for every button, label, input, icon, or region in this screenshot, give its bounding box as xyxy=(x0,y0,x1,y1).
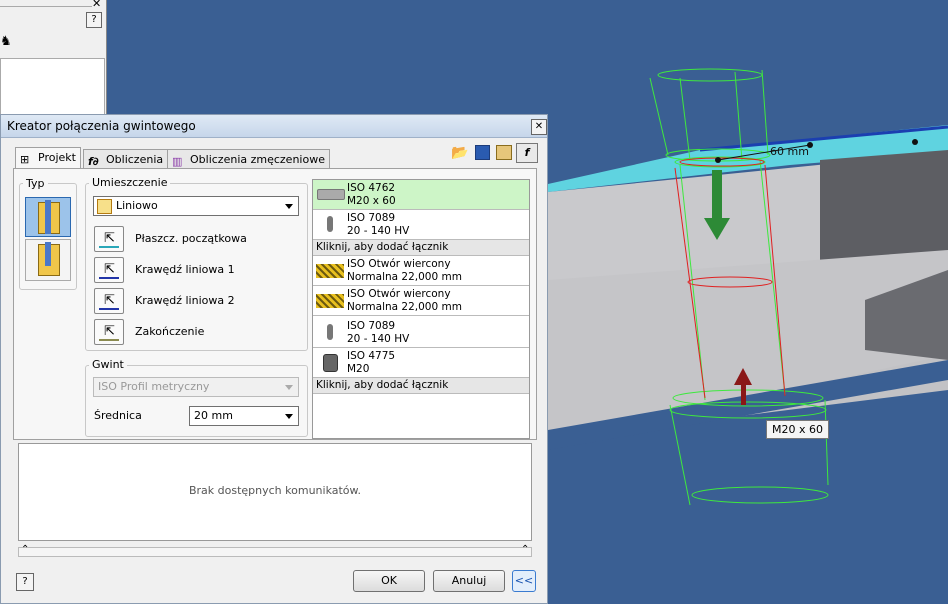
list-item-hole[interactable]: ISO Otwór wiercony Normalna 22,000 mm xyxy=(313,256,529,286)
tab-obliczenia[interactable]: f∂ Obliczenia xyxy=(83,149,169,168)
diameter-label: Średnica xyxy=(94,409,142,422)
messages-text: Brak dostępnych komunikatów. xyxy=(188,484,362,497)
start-plane-button[interactable]: ⇱ xyxy=(94,226,124,252)
through-connection-type-button[interactable] xyxy=(25,197,71,237)
item-title: ISO Otwór wiercony xyxy=(347,258,451,270)
item-subtitle: M20 xyxy=(347,363,370,375)
close-icon[interactable]: ✕ xyxy=(531,119,547,135)
collapse-button[interactable]: << xyxy=(512,570,536,592)
filter-icon[interactable]: ♞ xyxy=(0,34,12,49)
fastener-list[interactable]: ISO 4762 M20 x 60 ISO 7089 20 - 140 HV K… xyxy=(312,179,530,439)
item-subtitle: 20 - 140 HV xyxy=(347,333,410,345)
placement-dropdown[interactable]: Liniowo xyxy=(93,196,299,216)
hole-icon xyxy=(316,294,344,308)
dimension-label: 60 mm xyxy=(770,145,809,158)
linear-placement-icon xyxy=(97,199,112,214)
open-icon[interactable]: 📂 xyxy=(451,145,468,161)
diameter-dropdown[interactable]: 20 mm xyxy=(189,406,299,426)
bolt-icon xyxy=(317,189,345,200)
item-subtitle: Normalna 22,000 mm xyxy=(347,271,462,283)
fastener-tooltip: M20 x 60 xyxy=(766,420,829,439)
calculate-icon[interactable]: f xyxy=(516,143,538,163)
item-subtitle: 20 - 140 HV xyxy=(347,225,410,237)
washer-icon xyxy=(327,324,333,340)
list-item-bolt[interactable]: ISO 4762 M20 x 60 xyxy=(313,180,529,210)
panel-header xyxy=(0,0,92,7)
list-item-washer[interactable]: ISO 7089 20 - 140 HV xyxy=(313,210,529,240)
chevron-up-icon[interactable]: ⌃ xyxy=(521,544,529,555)
close-icon[interactable]: ✕ xyxy=(92,0,101,10)
thread-profile-value: ISO Profil metryczny xyxy=(98,380,210,393)
hole-icon xyxy=(316,264,344,278)
tab-label: Obliczenia zmęczeniowe xyxy=(190,153,325,166)
thread-legend: Gwint xyxy=(89,358,127,371)
tab-label: Obliczenia xyxy=(106,153,164,166)
browser-tree[interactable] xyxy=(0,58,105,122)
design-icon: ⊞ xyxy=(20,153,30,166)
linear-edge-1-label: Krawędź liniowa 1 xyxy=(135,263,235,276)
help-icon[interactable]: ? xyxy=(86,12,102,28)
placement-value: Liniowo xyxy=(116,199,158,212)
cursor-icon: ⇱ xyxy=(104,231,115,246)
cursor-icon: ⇱ xyxy=(104,293,115,308)
blind-connection-type-button[interactable] xyxy=(25,239,71,281)
dialog-titlebar[interactable]: Kreator połączenia gwintowego ✕ xyxy=(1,115,547,138)
washer-icon xyxy=(327,216,333,232)
ok-button[interactable]: OK xyxy=(353,570,425,592)
thread-profile-dropdown: ISO Profil metryczny xyxy=(93,377,299,397)
diameter-value: 20 mm xyxy=(194,409,233,422)
messages-panel: Brak dostępnych komunikatów. xyxy=(18,443,532,541)
cursor-icon: ⇱ xyxy=(104,324,115,339)
item-title: ISO 4775 xyxy=(347,350,396,362)
list-item-washer[interactable]: ISO 7089 20 - 140 HV xyxy=(313,318,529,348)
type-legend: Typ xyxy=(23,177,48,190)
item-title: ISO 4762 xyxy=(347,182,396,194)
tab-obliczenia-zmeczeniowe[interactable]: ▥ Obliczenia zmęczeniowe xyxy=(167,149,330,168)
linear-edge-2-button[interactable]: ⇱ xyxy=(94,288,124,314)
placement-legend: Umieszczenie xyxy=(89,176,171,189)
item-title: ISO 7089 xyxy=(347,320,396,332)
splitter[interactable]: ⌃ ⌃ xyxy=(18,544,532,557)
nut-icon xyxy=(323,354,338,372)
cursor-icon: ⇱ xyxy=(104,262,115,277)
tab-projekt[interactable]: ⊞ Projekt xyxy=(15,147,81,168)
item-subtitle: Normalna 22,000 mm xyxy=(347,301,462,313)
termination-label: Zakończenie xyxy=(135,325,205,338)
item-subtitle: M20 x 60 xyxy=(347,195,396,207)
chevron-up-icon[interactable]: ⌃ xyxy=(21,544,29,555)
termination-button[interactable]: ⇱ xyxy=(94,319,124,345)
item-title: ISO 7089 xyxy=(347,212,396,224)
template-icon[interactable] xyxy=(496,145,512,160)
save-icon[interactable] xyxy=(475,145,490,160)
linear-edge-2-label: Krawędź liniowa 2 xyxy=(135,294,235,307)
add-fastener-label: Kliknij, aby dodać łącznik xyxy=(316,379,449,391)
add-fastener-row[interactable]: Kliknij, aby dodać łącznik xyxy=(313,240,529,256)
list-item-hole[interactable]: ISO Otwór wiercony Normalna 22,000 mm xyxy=(313,286,529,316)
linear-edge-1-button[interactable]: ⇱ xyxy=(94,257,124,283)
item-title: ISO Otwór wiercony xyxy=(347,288,451,300)
add-fastener-label: Kliknij, aby dodać łącznik xyxy=(316,241,449,253)
thread-group xyxy=(85,365,308,437)
start-plane-label: Płaszcz. początkowa xyxy=(135,232,247,245)
cancel-button[interactable]: Anuluj xyxy=(433,570,505,592)
add-fastener-row[interactable]: Kliknij, aby dodać łącznik xyxy=(313,378,529,394)
tab-label: Projekt xyxy=(38,151,76,164)
browser-panel: ✕ ? ♞ xyxy=(0,0,107,125)
list-item-nut[interactable]: ISO 4775 M20 xyxy=(313,348,529,378)
help-icon[interactable]: ? xyxy=(16,573,34,591)
dialog-title: Kreator połączenia gwintowego xyxy=(7,119,196,133)
